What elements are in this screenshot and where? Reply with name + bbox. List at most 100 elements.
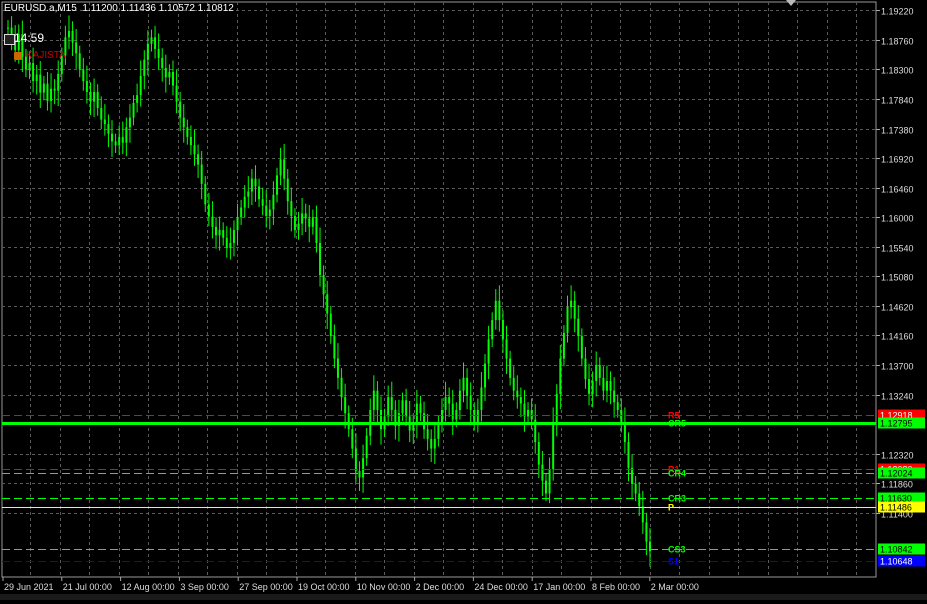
candle-body bbox=[75, 42, 78, 54]
candle-body bbox=[401, 400, 404, 414]
chart-shift-marker-icon[interactable] bbox=[786, 0, 796, 6]
candle-body bbox=[605, 381, 608, 391]
candle-body bbox=[451, 403, 454, 420]
candle-body bbox=[365, 435, 368, 459]
bottom-status-strip bbox=[0, 594, 927, 600]
candle-body bbox=[254, 178, 257, 187]
time-tick-label: 27 Sep 00:00 bbox=[239, 582, 293, 592]
price-tick-label: 1.17840 bbox=[881, 96, 914, 106]
candle-body bbox=[541, 464, 544, 481]
candle-body bbox=[380, 409, 383, 430]
candle-body bbox=[440, 409, 443, 423]
candle-body bbox=[157, 48, 160, 58]
level-price-text-cr4: 1.12024 bbox=[880, 469, 913, 479]
time-tick-label: 21 Jul 00:00 bbox=[63, 582, 112, 592]
time-tick-label: 8 Feb 00:00 bbox=[592, 582, 640, 592]
candle-body bbox=[494, 300, 497, 321]
candle-body bbox=[588, 379, 591, 394]
candle-body bbox=[161, 57, 164, 69]
level-price-text-cs3: 1.10842 bbox=[880, 545, 913, 555]
candle-body bbox=[268, 209, 271, 216]
candle-body bbox=[197, 154, 200, 165]
candle-body bbox=[229, 242, 232, 249]
candle-body bbox=[279, 159, 282, 176]
chart-header: EURUSD.a,M15 1.11200 1.11436 1.10572 1.1… bbox=[4, 3, 234, 14]
candle-body bbox=[46, 83, 49, 101]
candle-body bbox=[487, 339, 490, 364]
candle-body bbox=[523, 403, 526, 417]
candle-body bbox=[631, 467, 634, 484]
candle-body bbox=[340, 377, 343, 398]
candle-body bbox=[265, 205, 268, 216]
candle-body bbox=[304, 213, 307, 219]
candle-body bbox=[577, 318, 580, 337]
time-tick-label: 24 Dec 00:00 bbox=[474, 582, 528, 592]
candle-body bbox=[171, 72, 174, 86]
candle-body bbox=[96, 91, 99, 109]
candle-body bbox=[308, 218, 311, 227]
time-tick-label: 19 Oct 00:00 bbox=[298, 582, 350, 592]
candle-body bbox=[179, 101, 182, 118]
candle-body bbox=[247, 191, 250, 197]
price-chart[interactable]: 1.19220 1.18760 1.18300 1.17840 1.17380 1.169… bbox=[0, 0, 927, 600]
candle-body bbox=[164, 68, 167, 78]
candle-body bbox=[426, 429, 429, 439]
price-tick-label: 1.13240 bbox=[881, 392, 914, 402]
candle-body bbox=[168, 72, 171, 78]
symbol-label: EURUSD.a,M15 bbox=[4, 3, 77, 14]
candle-body bbox=[125, 127, 128, 143]
candle-body bbox=[405, 400, 408, 417]
candle-body bbox=[462, 377, 465, 391]
candle-body bbox=[182, 117, 185, 128]
candle-body bbox=[301, 213, 304, 224]
candle-body bbox=[93, 91, 96, 102]
candle-body bbox=[559, 358, 562, 394]
candle-body bbox=[570, 300, 573, 308]
candle-body bbox=[319, 242, 322, 276]
candle-body bbox=[530, 409, 533, 420]
level-label-cr5: CR5 bbox=[668, 419, 686, 429]
candle-body bbox=[476, 409, 479, 423]
candle-body bbox=[333, 336, 336, 359]
time-tick-label: 12 Aug 00:00 bbox=[122, 582, 175, 592]
candle-body bbox=[516, 390, 519, 398]
candle-body bbox=[430, 438, 433, 449]
price-tick-label: 1.16460 bbox=[881, 185, 914, 195]
candle-body bbox=[35, 74, 38, 82]
candle-body bbox=[548, 469, 551, 494]
candle-body bbox=[186, 127, 189, 137]
candle-body bbox=[336, 358, 339, 378]
level-price-text-s1: 1.10648 bbox=[880, 557, 913, 567]
candle-body bbox=[50, 88, 53, 101]
candle-body bbox=[89, 91, 92, 102]
candle-body bbox=[573, 300, 576, 319]
candle-body bbox=[509, 358, 512, 378]
candle-body bbox=[42, 83, 45, 93]
candle-body bbox=[602, 377, 605, 391]
brand-icon bbox=[14, 52, 22, 60]
candle-body bbox=[437, 422, 440, 439]
time-tick-label: 2 Dec 00:00 bbox=[416, 582, 465, 592]
candle-body bbox=[193, 145, 196, 155]
price-tick-label: 1.12320 bbox=[881, 451, 914, 461]
chart-canvas[interactable]: 1.19220 1.18760 1.18300 1.17840 1.17380 1.169… bbox=[0, 0, 927, 600]
time-tick-label: 29 Jun 2021 bbox=[4, 582, 54, 592]
chart-background bbox=[0, 0, 927, 600]
level-label-s1: S1 bbox=[668, 557, 679, 567]
candle-body bbox=[107, 124, 110, 134]
level-label-cs3: CS3 bbox=[668, 545, 686, 555]
level-label-cr4: CR4 bbox=[668, 469, 686, 479]
candle-body bbox=[154, 37, 157, 49]
candle-body bbox=[544, 480, 547, 494]
candle-body bbox=[222, 230, 225, 238]
candle-body bbox=[103, 119, 106, 125]
candle-body bbox=[455, 409, 458, 420]
candle-body bbox=[616, 402, 619, 410]
candle-body bbox=[272, 194, 275, 210]
time-tick-label: 2 Mar 00:00 bbox=[651, 582, 699, 592]
candle-body bbox=[354, 448, 357, 471]
candle-body bbox=[218, 230, 221, 236]
candle-body bbox=[236, 217, 239, 231]
candle-body bbox=[552, 422, 555, 470]
level-price-text-cr5: 1.12795 bbox=[880, 419, 913, 429]
